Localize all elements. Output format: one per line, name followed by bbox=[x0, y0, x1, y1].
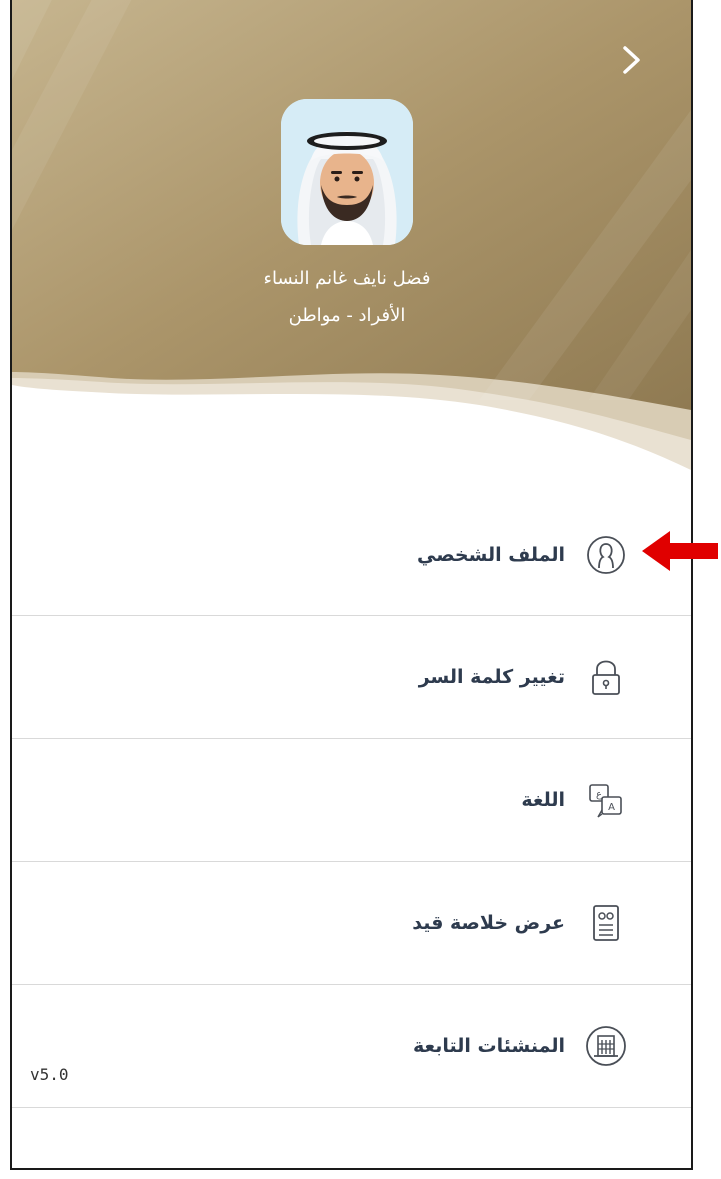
user-circle-icon bbox=[587, 536, 625, 574]
menu-list: الملف الشخصي تغيير كلمة السر ع A اللغة ع… bbox=[12, 495, 691, 1108]
user-role: الأفراد - مواطن bbox=[288, 305, 406, 326]
app-version: v5.0 bbox=[30, 1065, 69, 1084]
menu-item-label: المنشئات التابعة bbox=[413, 1035, 565, 1057]
menu-item-language[interactable]: ع A اللغة bbox=[12, 739, 691, 862]
id-card-icon bbox=[593, 905, 619, 941]
avatar-illustration bbox=[281, 99, 413, 245]
svg-text:ع: ع bbox=[596, 789, 602, 800]
side-menu-panel: فضل نايف غانم النساء الأفراد - مواطن الم… bbox=[10, 0, 693, 1170]
menu-item-profile[interactable]: الملف الشخصي bbox=[12, 495, 691, 616]
menu-item-facilities[interactable]: المنشئات التابعة bbox=[12, 985, 691, 1108]
chevron-right-icon[interactable] bbox=[612, 40, 652, 80]
user-name: فضل نايف غانم النساء bbox=[263, 268, 431, 289]
red-arrow-icon bbox=[642, 531, 718, 571]
menu-item-label: تغيير كلمة السر bbox=[418, 666, 565, 688]
menu-item-label: عرض خلاصة قيد bbox=[412, 912, 565, 934]
menu-item-change-password[interactable]: تغيير كلمة السر bbox=[12, 616, 691, 739]
menu-item-label: الملف الشخصي bbox=[416, 544, 565, 566]
profile-header: فضل نايف غانم النساء الأفراد - مواطن bbox=[12, 0, 691, 480]
building-icon bbox=[586, 1026, 626, 1066]
translate-icon: ع A bbox=[589, 784, 622, 818]
lock-icon bbox=[592, 660, 620, 695]
menu-item-label: اللغة bbox=[521, 789, 565, 811]
avatar bbox=[281, 99, 413, 245]
menu-item-record-summary[interactable]: عرض خلاصة قيد bbox=[12, 862, 691, 985]
svg-text:A: A bbox=[608, 802, 615, 813]
